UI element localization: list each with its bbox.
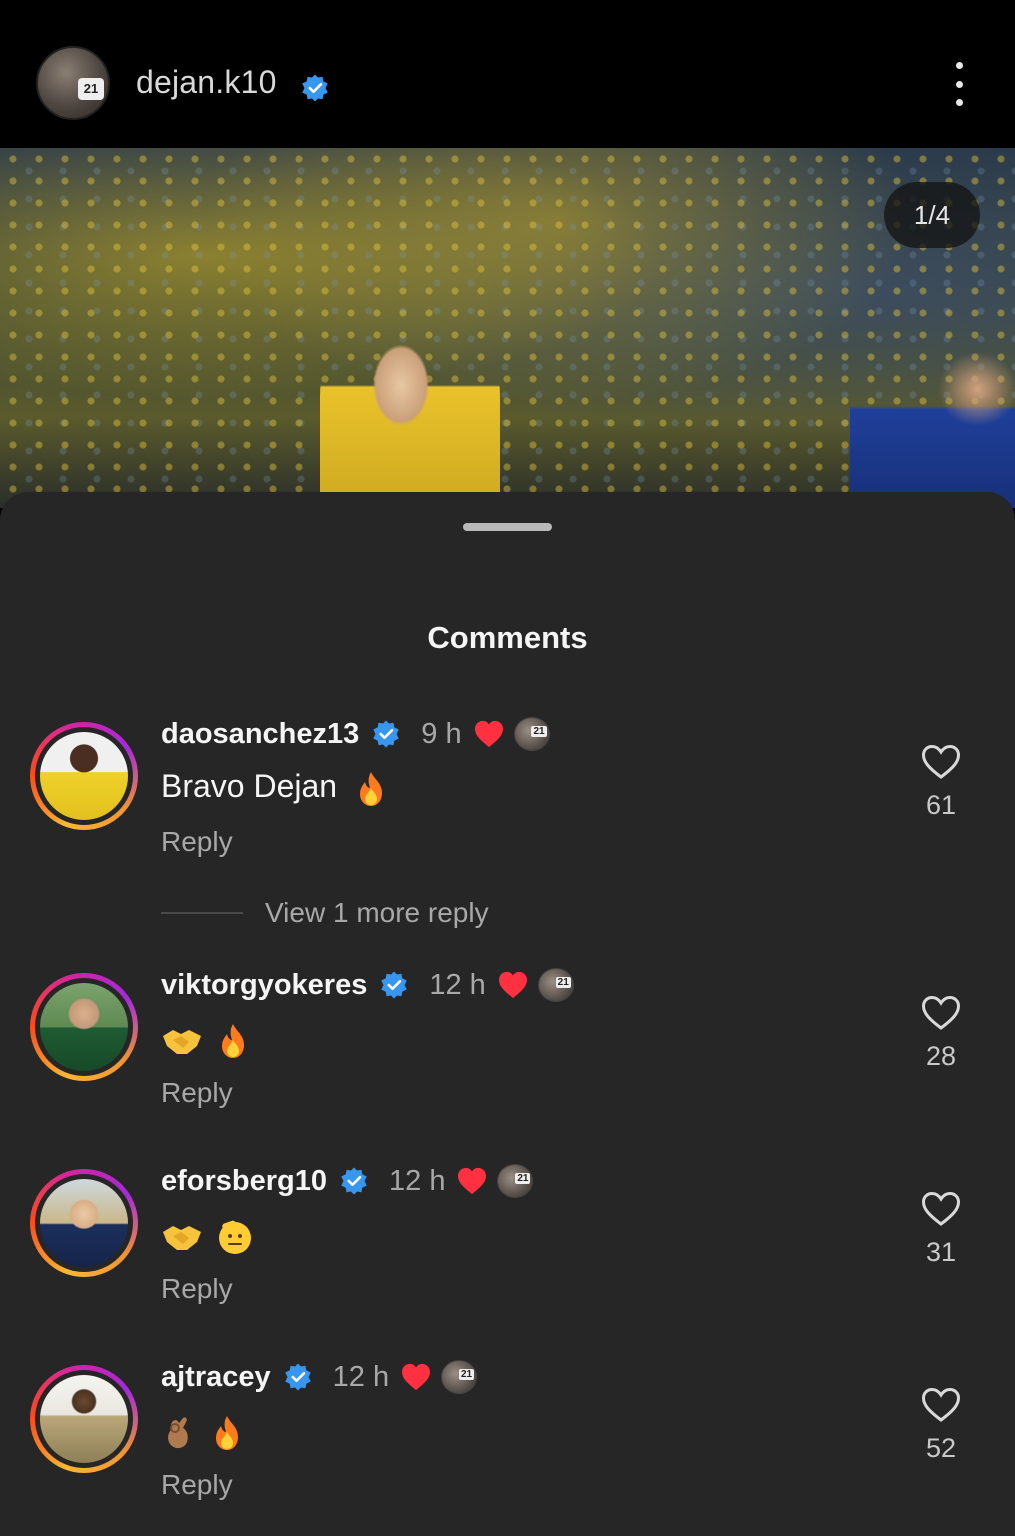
author-username[interactable]: dejan.k10	[136, 64, 277, 101]
verified-badge-icon	[284, 1363, 311, 1391]
instagram-post-screen: 21 dejan.k10 1/4 Comments daosanchez13 9…	[0, 0, 1015, 1536]
comment-text	[161, 1216, 254, 1256]
more-vertical-icon	[955, 62, 963, 69]
ok-hand-emoji-icon	[168, 1416, 188, 1448]
liked-by-author-heart-icon	[458, 1167, 487, 1195]
reply-button[interactable]: Reply	[161, 1273, 233, 1305]
heart-outline-icon	[921, 1387, 961, 1422]
author-mini-avatar	[497, 1164, 534, 1198]
reply-button[interactable]: Reply	[161, 826, 233, 858]
commenter-avatar[interactable]	[30, 973, 138, 1081]
verified-badge-icon	[381, 971, 408, 999]
verified-badge-icon	[302, 74, 328, 102]
liked-by-author-heart-icon	[498, 971, 527, 999]
comment-username[interactable]: viktorgyokeres	[161, 969, 367, 1002]
comment-time: 9 h	[421, 717, 462, 750]
comment-username[interactable]: daosanchez13	[161, 718, 359, 751]
fire-emoji-icon	[359, 771, 382, 806]
heart-outline-icon	[921, 744, 961, 779]
fire-emoji-icon	[215, 1415, 238, 1450]
more-options-button[interactable]	[944, 62, 974, 106]
like-count: 61	[925, 790, 957, 820]
like-count: 28	[925, 1041, 957, 1071]
like-count: 52	[925, 1433, 957, 1463]
comments-sheet: Comments	[0, 492, 1015, 1536]
like-count: 31	[925, 1237, 957, 1267]
commenter-avatar[interactable]	[30, 722, 138, 830]
reply-button[interactable]: Reply	[161, 1469, 233, 1501]
like-comment-button[interactable]: 28	[912, 995, 970, 1072]
like-comment-button[interactable]: 52	[912, 1387, 970, 1464]
heart-outline-icon	[921, 1191, 961, 1226]
liked-by-author-heart-icon	[402, 1363, 431, 1391]
post-image[interactable]	[0, 148, 1015, 508]
sheet-title: Comments	[427, 620, 588, 655]
verified-badge-icon	[373, 720, 400, 748]
post-header: 21 dejan.k10	[0, 0, 1015, 148]
comment-username[interactable]: eforsberg10	[161, 1165, 327, 1198]
commenter-avatar[interactable]	[30, 1365, 138, 1473]
liked-by-author-heart-icon	[474, 720, 503, 748]
comment-text: Bravo Dejan	[161, 768, 388, 808]
author-mini-avatar	[513, 717, 550, 751]
comment-time: 12 h	[429, 968, 486, 1001]
commenter-avatar[interactable]	[30, 1169, 138, 1277]
saluting-face-emoji-icon	[218, 1220, 251, 1254]
comment-text	[161, 1412, 244, 1452]
heart-outline-icon	[921, 995, 961, 1030]
fire-emoji-icon	[221, 1023, 244, 1058]
sheet-drag-handle[interactable]	[463, 523, 552, 531]
author-mini-avatar	[441, 1360, 478, 1394]
author-mini-avatar	[537, 968, 574, 1002]
comment-time: 12 h	[389, 1164, 446, 1197]
like-comment-button[interactable]: 61	[912, 744, 970, 821]
handshake-emoji-icon	[163, 1225, 201, 1250]
comment-username[interactable]: ajtracey	[161, 1361, 271, 1394]
comment-time: 12 h	[332, 1360, 390, 1393]
like-comment-button[interactable]: 31	[912, 1191, 970, 1268]
comment-text	[161, 1020, 250, 1060]
verified-badge-icon	[341, 1167, 367, 1195]
reply-button[interactable]: Reply	[161, 1077, 233, 1109]
author-avatar[interactable]: 21	[36, 46, 110, 120]
handshake-emoji-icon	[163, 1029, 201, 1054]
view-more-replies-button[interactable]: View 1 more reply	[161, 897, 489, 928]
image-counter: 1/4	[884, 182, 980, 248]
